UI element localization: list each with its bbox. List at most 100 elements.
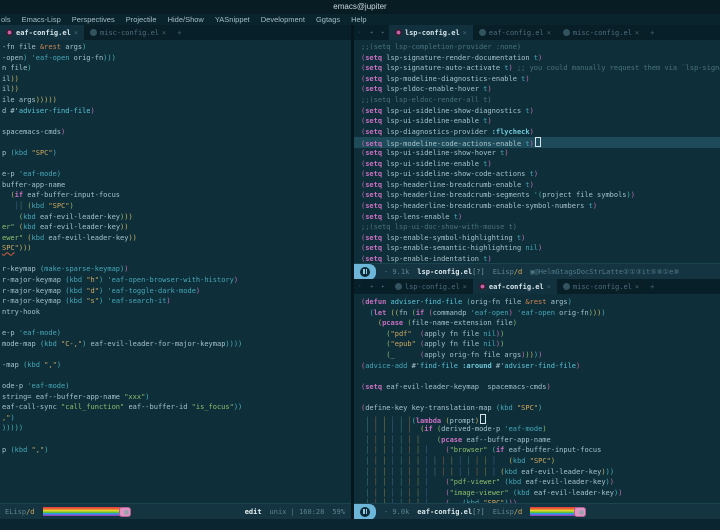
tab-bar-right-top: ·◂▸lsp-config.el×eaf-config.el×misc-conf… [354, 25, 720, 40]
code-line: ;;(setq lsp-completion-provider :none) [354, 42, 720, 53]
emacs-frame: emacs@jupiter ols Emacs-Lisp Perspectives P… [0, 0, 720, 530]
menu-item-emacs-lisp[interactable]: Emacs-Lisp [22, 14, 61, 25]
tab-close-icon[interactable]: × [463, 283, 467, 291]
tab-scroll-right-icon[interactable]: ▸ [377, 283, 389, 290]
tab-eaf-config-el[interactable]: eaf-config.el× [473, 25, 557, 40]
indent-guide: │ [416, 446, 420, 454]
tab-scroll-left-icon[interactable]: ◂ [366, 283, 378, 290]
minibuffer-echo-area[interactable] [0, 519, 720, 530]
menu-item-hide-show[interactable]: Hide/Show [168, 14, 204, 25]
tab-close-icon[interactable]: × [463, 29, 467, 37]
code-line [0, 137, 351, 148]
indent-guide: │ [399, 436, 403, 444]
buffer-flag: [?] [472, 508, 485, 516]
indent-guide: │ [382, 446, 386, 454]
code-line: │ │ │ │ │ │ │ │ ("browser" (if eaf-buffe… [354, 445, 720, 456]
editor-window-right-top[interactable]: ;;(setq lsp-completion-provider :none) (s… [354, 40, 720, 265]
indent-guide: │ [391, 468, 395, 476]
tab-misc-config-el[interactable]: misc-config.el× [557, 279, 645, 294]
code-line: │ │ │ │ │ │ │ │ │ │ │ │ │ │ │ │ (kbd eaf… [354, 467, 720, 478]
new-tab-button[interactable]: + [172, 29, 186, 37]
menu-item-help[interactable]: Help [351, 14, 366, 25]
code-line: -open) 'eaf-open orig-fn))) [0, 53, 351, 64]
code-line: (kbd eaf-evil-leader-key))) [0, 212, 351, 223]
code-line: ntry-hook [0, 307, 351, 318]
tab-close-icon[interactable]: × [547, 29, 551, 37]
menu-item-projectile[interactable]: Projectile [126, 14, 157, 25]
tab-close-icon[interactable]: × [635, 283, 639, 291]
new-tab-button[interactable]: + [645, 283, 659, 291]
tab-eaf-config-el[interactable]: eaf-config.el× [0, 25, 84, 40]
code-line [354, 392, 720, 403]
code-line: (setq lsp-ui-sideline-show-hover t) [354, 148, 720, 159]
code-line: eaf-call-sync "call_function" eaf--buffe… [0, 402, 351, 413]
tab-label: misc-config.el [100, 29, 159, 37]
menu-item-yasnippet[interactable]: YASnippet [215, 14, 250, 25]
indent-guide: │ [458, 468, 462, 476]
indent-guide: │ [475, 468, 479, 476]
code-line: spacemacs-cmds) [0, 127, 351, 138]
tab-group-dot-icon[interactable]: · [354, 283, 366, 290]
tab-close-icon[interactable]: × [547, 283, 551, 291]
tab-scroll-right-icon[interactable]: ▸ [377, 29, 389, 36]
editor-window-right-bottom[interactable]: (defun adviser-find-file (orig-fn file &… [354, 295, 720, 505]
tab-label: eaf-config.el [489, 283, 544, 291]
indent-guide: │ [433, 457, 437, 465]
tab-misc-config-el[interactable]: misc-config.el× [84, 25, 172, 40]
code-line [0, 434, 351, 445]
code-line: (defun adviser-find-file (orig-fn file &… [354, 297, 720, 308]
indent-guide: │ [407, 468, 411, 476]
indent-guide: │ [365, 468, 369, 476]
hollow-cursor [480, 414, 486, 424]
code-line: r-major-keymap (kbd "d") 'eaf-toggle-dar… [0, 286, 351, 297]
new-tab-button[interactable]: + [645, 29, 659, 37]
code-line: p (kbd ",") [0, 445, 351, 456]
code-line: ,") [0, 413, 351, 424]
scroll-percent: 59% [332, 508, 345, 516]
menu-item-perspectives[interactable]: Perspectives [72, 14, 115, 25]
minor-modes[interactable]: ▣@HelmGtagsDocStrLatte②①③it⑤⑧①e⑧ [530, 268, 679, 276]
indent-guide: │ [374, 489, 378, 497]
major-mode[interactable]: ELisp/d [493, 268, 523, 276]
tab-misc-config-el[interactable]: misc-config.el× [557, 25, 645, 40]
tab-close-icon[interactable]: × [635, 29, 639, 37]
code-line: ("pdf" (apply fn file nil)) [354, 329, 720, 340]
code-line: │ │ │ │ │ │ │ │ ("image-viewer" (kbd eaf… [354, 488, 720, 499]
indent-guide: │ [365, 489, 369, 497]
menu-item-ggtags[interactable]: Ggtags [316, 14, 340, 25]
code-line: ode-p 'eaf-mode) [0, 381, 351, 392]
tab-bar-right-bottom: ·◂▸lsp-config.el×eaf-config.el×misc-conf… [354, 279, 720, 294]
tab-label: lsp-config.el [405, 283, 460, 291]
tab-group-dot-icon[interactable]: · [354, 29, 366, 36]
code-line: d #'adviser-find-file) [0, 106, 351, 117]
indent-guide: │ [399, 489, 403, 497]
tab-close-icon[interactable]: × [74, 29, 78, 37]
indent-guide: │ [391, 446, 395, 454]
tab-lsp-config-el[interactable]: lsp-config.el× [389, 25, 473, 40]
indent-guide: │ [374, 457, 378, 465]
code-line: (setq lsp-lens-enable t) [354, 212, 720, 223]
nyan-cat-progress [43, 507, 131, 517]
code-line: (setq lsp-ui-sideline-show-code-actions … [354, 169, 720, 180]
indent-guide: │ [399, 468, 403, 476]
tab-label: lsp-config.el [405, 29, 460, 37]
indent-guide: │ [458, 457, 462, 465]
menu-item-development[interactable]: Development [261, 14, 305, 25]
tab-lsp-config-el[interactable]: lsp-config.el× [389, 279, 473, 294]
tab-eaf-config-el[interactable]: eaf-config.el× [473, 279, 557, 294]
tab-scroll-left-icon[interactable]: ◂ [366, 29, 378, 36]
indent-guide: │ [391, 425, 395, 433]
buffer-name: eaf-config.el [417, 508, 472, 516]
code-line: (setq lsp-modeline-code-actions-enable t… [354, 137, 720, 148]
editor-window-left[interactable]: -fn file &rest args)-open) 'eaf-open ori… [0, 40, 351, 505]
tab-close-icon[interactable]: × [162, 29, 166, 37]
indent-guide: │ [441, 457, 445, 465]
major-mode[interactable]: ELisp/d [493, 508, 523, 516]
indent-guide: │ [365, 436, 369, 444]
elisp-file-icon [563, 283, 570, 290]
title-bar: emacs@jupiter [0, 0, 720, 14]
indent-guide: │ [399, 446, 403, 454]
code-line [354, 371, 720, 382]
menu-item-ols[interactable]: ols [1, 14, 11, 25]
major-mode[interactable]: ELisp/d [5, 508, 35, 516]
